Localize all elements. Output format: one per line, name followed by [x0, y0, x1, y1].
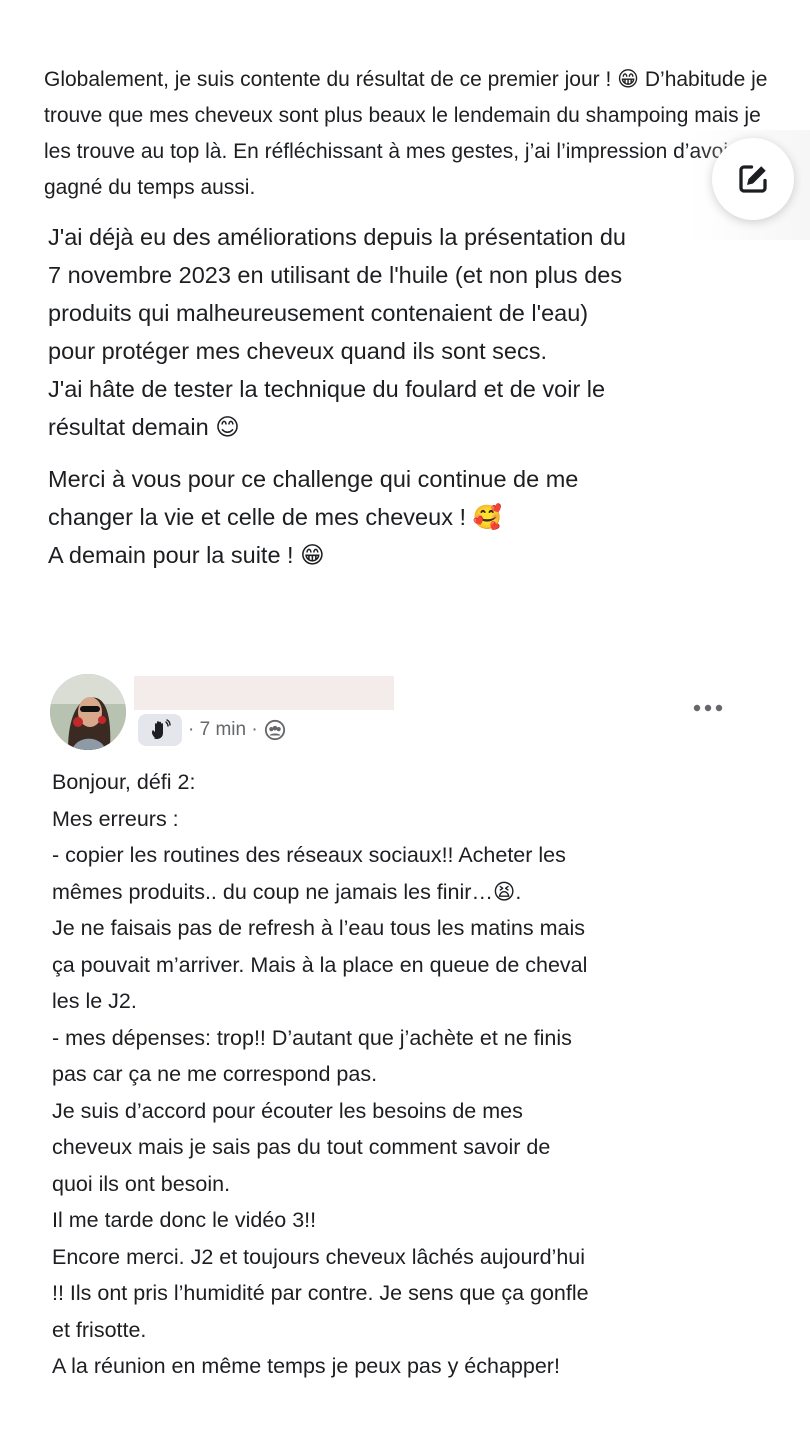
comment-text: Bonjour, défi 2: Mes erreurs : - copier …	[52, 770, 589, 1378]
edit-button[interactable]	[712, 138, 794, 220]
waving-hand-icon[interactable]	[138, 714, 182, 746]
avatar[interactable]	[50, 674, 126, 750]
author-name-redacted[interactable]	[134, 676, 394, 710]
post-paragraph-2: J'ai déjà eu des améliorations depuis la…	[48, 224, 626, 440]
comment-meta: · 7 min ·	[138, 714, 286, 746]
post-paragraph-3: Merci à vous pour ce challenge qui conti…	[48, 466, 579, 568]
edit-icon	[739, 165, 767, 193]
post-paragraph-1: Globalement, je suis contente du résulta…	[44, 68, 768, 199]
previous-post: Globalement, je suis contente du résulta…	[44, 62, 774, 574]
group-icon	[264, 719, 285, 741]
more-horizontal-icon	[693, 704, 723, 712]
comment-time[interactable]: · 7 min ·	[188, 719, 258, 741]
more-options-button[interactable]	[690, 690, 726, 726]
